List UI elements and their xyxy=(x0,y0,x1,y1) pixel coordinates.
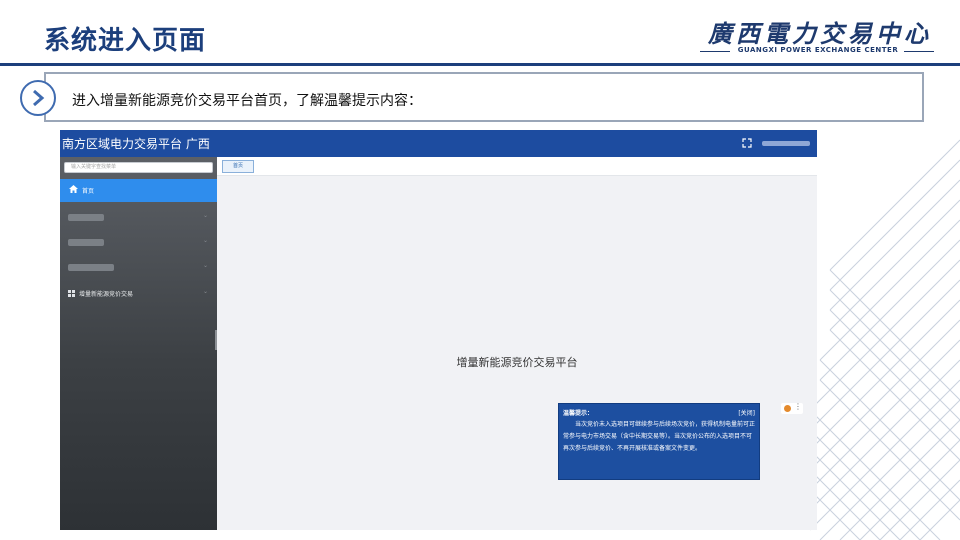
slide: 系统进入页面 廣西電力交易中心 GUANGXI POWER EXCHANGE C… xyxy=(0,0,960,540)
header-divider xyxy=(0,63,960,66)
menu-search-input[interactable]: 输入关键字查找菜单 xyxy=(64,162,213,173)
widget-icon xyxy=(784,405,791,412)
logo-chinese-text: 廣西電力交易中心 xyxy=(708,19,932,48)
home-icon xyxy=(69,185,78,193)
sidebar-item-blurred-3[interactable]: ⌄ xyxy=(60,257,217,277)
sidebar-item-label: 增量新能源竞价交易 xyxy=(79,291,134,298)
user-menu[interactable] xyxy=(762,141,810,146)
trading-center-logo: 廣西電力交易中心 GUANGXI POWER EXCHANGE CENTER xyxy=(700,14,940,58)
reminder-close-button[interactable]: [关闭] xyxy=(738,408,755,417)
sidebar-item-blurred-1[interactable]: ⌄ xyxy=(60,207,217,227)
logo-line-right xyxy=(904,51,934,52)
more-dots-icon: ⋮ xyxy=(794,402,802,411)
blurred-label xyxy=(68,214,104,221)
blurred-label xyxy=(68,264,114,271)
sidebar-item-bidding[interactable]: 增量新能源竞价交易 ⌄ xyxy=(60,283,217,303)
blurred-label xyxy=(68,239,104,246)
app-title: 南方区域电力交易平台 广西 xyxy=(62,137,210,151)
app-header-bar: 南方区域电力交易平台 广西 xyxy=(60,130,817,157)
sidebar-item-blurred-2[interactable]: ⌄ xyxy=(60,232,217,252)
chevron-down-icon: ⌄ xyxy=(203,262,209,269)
chevron-down-icon: ⌄ xyxy=(203,288,209,295)
tab-bar: 首页 xyxy=(217,157,817,176)
logo-english-text: GUANGXI POWER EXCHANGE CENTER xyxy=(737,46,899,54)
reminder-title: 温馨提示： xyxy=(563,410,594,417)
diagonal-pattern-decoration xyxy=(810,139,960,540)
floating-widget[interactable]: ⋮ xyxy=(781,402,803,414)
platform-title: 增量新能源竞价交易平台 xyxy=(456,356,578,369)
grid-icon xyxy=(68,290,75,297)
slide-title: 系统进入页面 xyxy=(44,26,207,56)
fullscreen-icon[interactable] xyxy=(742,138,752,148)
platform-screenshot: 南方区域电力交易平台 广西 输入关键字查找菜单 首页 ⌄ ⌄ ⌄ 增量新能源竞价… xyxy=(60,130,817,530)
sidebar-item-home[interactable]: 首页 xyxy=(60,179,217,202)
chevron-down-icon: ⌄ xyxy=(203,212,209,219)
chevron-down-icon: ⌄ xyxy=(203,237,209,244)
sidebar: 输入关键字查找菜单 首页 ⌄ ⌄ ⌄ 增量新能源竞价交易 ⌄ xyxy=(60,157,217,530)
arrow-circle-icon xyxy=(20,80,56,116)
sidebar-item-home-label: 首页 xyxy=(82,188,95,195)
logo-line-left xyxy=(700,51,730,52)
reminder-popup: 温馨提示： [关闭] 当次竞价未入选项目可继续参与后续场次竞价，获得机制电量前可… xyxy=(558,403,760,480)
tab-home[interactable]: 首页 xyxy=(222,160,254,173)
instruction-text: 进入增量新能源竞价交易平台首页，了解温馨提示内容： xyxy=(72,93,422,109)
reminder-body: 当次竞价未入选项目可继续参与后续场次竞价，获得机制电量前可正常参与电力市场交易（… xyxy=(563,421,756,452)
